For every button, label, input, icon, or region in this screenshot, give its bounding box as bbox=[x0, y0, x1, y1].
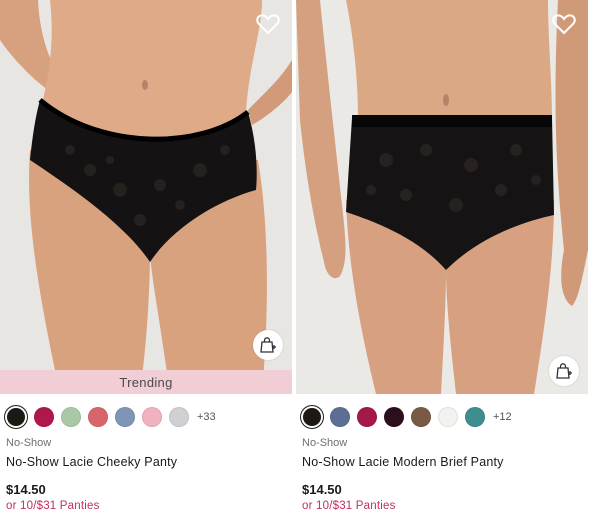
more-colors-link[interactable]: +12 bbox=[493, 411, 512, 423]
heart-icon[interactable] bbox=[256, 13, 280, 35]
product-category: No-Show bbox=[302, 437, 348, 449]
color-swatch[interactable] bbox=[465, 407, 485, 427]
color-swatches: +33 bbox=[5, 405, 216, 429]
product-name[interactable]: No-Show Lacie Modern Brief Panty bbox=[302, 455, 504, 469]
product-photo bbox=[296, 0, 588, 394]
color-swatch[interactable] bbox=[142, 407, 162, 427]
shopping-bag-icon bbox=[260, 337, 276, 353]
color-swatch[interactable] bbox=[34, 407, 54, 427]
promo-text: or 10/$31 Panties bbox=[6, 500, 100, 512]
color-swatch[interactable] bbox=[169, 407, 189, 427]
trending-badge: Trending bbox=[0, 370, 292, 394]
product-card[interactable]: +12 No-Show No-Show Lacie Modern Brief P… bbox=[296, 0, 588, 520]
product-image[interactable] bbox=[296, 0, 588, 394]
color-swatch[interactable] bbox=[330, 407, 350, 427]
more-colors-link[interactable]: +33 bbox=[197, 411, 216, 423]
color-swatch[interactable] bbox=[411, 407, 431, 427]
color-swatch[interactable] bbox=[357, 407, 377, 427]
product-price: $14.50 bbox=[302, 482, 342, 497]
product-card[interactable]: Trending +33 No-Show No-Show Lacie Cheek… bbox=[0, 0, 292, 520]
color-swatch[interactable] bbox=[88, 407, 108, 427]
color-swatch[interactable] bbox=[303, 408, 321, 426]
product-price: $14.50 bbox=[6, 482, 46, 497]
add-to-bag-button[interactable] bbox=[253, 330, 283, 360]
color-swatch[interactable] bbox=[61, 407, 81, 427]
color-swatch[interactable] bbox=[384, 407, 404, 427]
product-name[interactable]: No-Show Lacie Cheeky Panty bbox=[6, 455, 177, 469]
product-category: No-Show bbox=[6, 437, 52, 449]
color-swatches: +12 bbox=[301, 405, 512, 429]
color-swatch[interactable] bbox=[115, 407, 135, 427]
product-image[interactable]: Trending bbox=[0, 0, 292, 394]
promo-text: or 10/$31 Panties bbox=[302, 500, 396, 512]
shopping-bag-icon bbox=[556, 363, 572, 379]
color-swatch[interactable] bbox=[7, 408, 25, 426]
heart-icon[interactable] bbox=[552, 13, 576, 35]
product-photo bbox=[0, 0, 292, 394]
color-swatch[interactable] bbox=[438, 407, 458, 427]
product-grid: Trending +33 No-Show No-Show Lacie Cheek… bbox=[0, 0, 593, 520]
add-to-bag-button[interactable] bbox=[549, 356, 579, 386]
